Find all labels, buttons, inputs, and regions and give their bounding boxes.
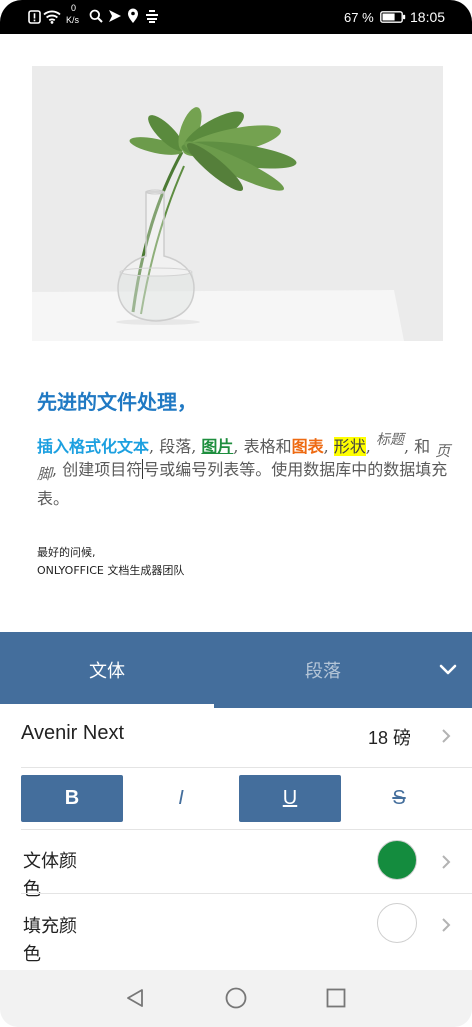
search-icon (89, 9, 103, 23)
net-speed-value: 0 (71, 3, 77, 13)
text-color-row[interactable]: 文体颜色 (0, 830, 472, 900)
status-bar: 0 K/s 67 % 18:05 (0, 0, 472, 34)
navigation-icon (109, 10, 121, 22)
subscript-text-run: 页 (435, 442, 451, 460)
document-paragraph: 插入格式化文本, 段落, 图片, 表格和图表, 形状, 标题, 和 页 脚, 创… (37, 426, 467, 513)
font-size: 18 磅 (367, 728, 411, 748)
chevron-right-icon (442, 855, 451, 869)
paragraph-line: 脚, 创建项目符号或编号列表等。使用数据库中的数据填充 (37, 455, 467, 484)
collapse-panel-button[interactable] (434, 656, 462, 684)
home-button[interactable] (220, 982, 252, 1014)
text-color-swatch (377, 840, 417, 880)
bold-button[interactable]: B (21, 775, 123, 822)
formatted-text-run: 插入格式化文本 (37, 437, 150, 456)
net-speed-unit: K/s (66, 15, 80, 25)
text-run: , 表格和 (233, 437, 292, 456)
closing-block: 最好的问候, ONLYOFFICE 文档生成器团队 (37, 544, 184, 580)
highlighted-text-run: 形状 (333, 437, 366, 456)
image-text-run: 图片 (201, 437, 234, 456)
battery-fill (382, 13, 395, 21)
underline-button[interactable]: U (239, 775, 341, 822)
feed-icon (146, 10, 158, 23)
tab-text[interactable]: 文体 (0, 632, 214, 708)
recents-icon (326, 988, 346, 1008)
text-settings-list: Avenir Next 18 磅 B I U S 文体颜色 填充颜色 (0, 708, 472, 970)
document-image[interactable] (32, 66, 443, 341)
panel-tab-bar: 文体 段落 (0, 632, 472, 708)
system-nav-bar (0, 970, 472, 1027)
text-run: , (365, 437, 376, 456)
strikethrough-button[interactable]: S (348, 775, 450, 822)
chevron-right-icon (442, 729, 451, 743)
home-icon (225, 987, 247, 1009)
fill-color-swatch (377, 903, 417, 943)
closing-greeting: 最好的问候, (37, 546, 96, 559)
battery-icon (380, 11, 406, 23)
text-run: 表。 (37, 489, 70, 508)
paragraph-line: 插入格式化文本, 段落, 图片, 表格和图表, 形状, 标题, 和 页 (37, 426, 467, 460)
text-run: , 创建项目符 (52, 460, 143, 479)
fill-color-label: 填充颜色 (23, 916, 77, 965)
document-heading: 先进的文件处理， (37, 390, 197, 414)
wifi-icon (43, 10, 61, 24)
italic-button[interactable]: I (130, 775, 232, 822)
fill-color-row[interactable]: 填充颜色 (0, 894, 472, 970)
text-run: , 和 (403, 437, 436, 456)
text-run: , (323, 437, 334, 456)
subscript-text-run: 脚 (37, 465, 53, 483)
chevron-right-icon (442, 918, 451, 932)
superscript-text-run: 标题 (375, 432, 404, 448)
text-run: 号或编号列表等。使用数据库中的数据填充 (143, 460, 448, 479)
back-icon (127, 989, 143, 1007)
clock: 18:05 (410, 9, 446, 25)
back-button[interactable] (119, 982, 151, 1014)
alert-icon (28, 10, 41, 24)
recents-button[interactable] (320, 982, 352, 1014)
divider (21, 767, 472, 768)
chevron-down-icon (439, 664, 457, 675)
text-run: , 段落, (149, 437, 202, 456)
chart-text-run: 图表 (291, 437, 324, 456)
document-page[interactable]: 先进的文件处理， 插入格式化文本, 段落, 图片, 表格和图表, 形状, 标题,… (0, 34, 472, 632)
signature: ONLYOFFICE 文档生成器团队 (37, 564, 185, 577)
location-icon (128, 8, 138, 23)
paragraph-line: 表。 (37, 484, 467, 513)
font-row[interactable]: Avenir Next 18 磅 (0, 708, 472, 767)
tab-paragraph[interactable]: 段落 (216, 632, 430, 708)
font-name: Avenir Next (21, 722, 125, 744)
battery-percentage: 67 % (344, 10, 374, 25)
